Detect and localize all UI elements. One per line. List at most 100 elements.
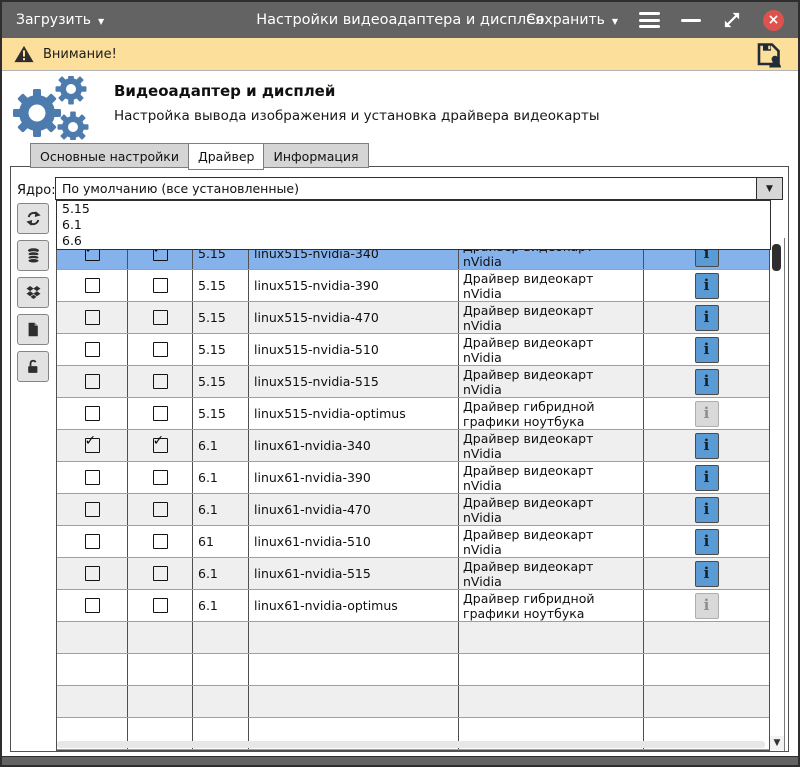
extra-cell [128, 494, 193, 525]
tab-general[interactable]: Основные настройки [30, 143, 188, 168]
info-button-disabled: i [695, 593, 719, 619]
close-button[interactable]: × [763, 10, 784, 31]
install-checkbox[interactable] [85, 278, 100, 293]
install-checkbox[interactable] [85, 534, 100, 549]
database-button[interactable] [17, 240, 49, 271]
install-checkbox[interactable] [85, 566, 100, 581]
extra-checkbox[interactable] [153, 534, 168, 549]
tab-driver[interactable]: Драйвер [188, 143, 264, 170]
info-button[interactable]: i [695, 561, 719, 587]
unlock-button[interactable] [17, 351, 49, 382]
driver-row[interactable]: 6.1linux61-nvidia-470Драйвер видеокарт n… [57, 494, 769, 526]
extra-checkbox[interactable] [153, 310, 168, 325]
menu-button[interactable] [639, 10, 660, 30]
driver-table: ✓✓5.15linux515-nvidia-340Драйвер видеока… [56, 238, 770, 751]
driver-name-cell: linux515-nvidia-510 [249, 334, 459, 365]
extra-checkbox[interactable] [153, 374, 168, 389]
driver-row[interactable]: 5.15linux515-nvidia-optimusДрайвер гибри… [57, 398, 769, 430]
driver-description-cell: Драйвер видеокарт nVidia [459, 430, 644, 461]
driver-row[interactable]: 6.1linux61-nvidia-optimusДрайвер гибридн… [57, 590, 769, 622]
info-button[interactable]: i [695, 465, 719, 491]
refresh-button[interactable] [17, 203, 49, 234]
page-title: Видеоадаптер и дисплей [114, 82, 335, 100]
scrollbar-down-button[interactable]: ▼ [770, 736, 784, 750]
extra-checkbox[interactable] [153, 278, 168, 293]
kernel-version: 6.1 [198, 598, 218, 613]
info-button[interactable]: i [695, 369, 719, 395]
extra-checkbox[interactable] [153, 342, 168, 357]
save-config-button[interactable] [755, 41, 782, 72]
install-cell [57, 590, 128, 621]
scrollbar-thumb[interactable] [772, 244, 781, 271]
app-window: Загрузить ▼ Настройки видеоадаптера и ди… [0, 0, 800, 767]
driver-row[interactable]: 5.15linux515-nvidia-510Драйвер видеокарт… [57, 334, 769, 366]
action-cell: i [644, 302, 769, 333]
empty-cell [249, 686, 459, 717]
warning-text: Внимание! [43, 47, 117, 62]
install-checkbox[interactable] [85, 598, 100, 613]
extra-checkbox-checked[interactable]: ✓ [153, 438, 168, 453]
install-checkbox[interactable] [85, 374, 100, 389]
empty-cell [644, 686, 769, 717]
load-menu-button[interactable]: Загрузить ▼ [16, 12, 104, 28]
info-button[interactable]: i [695, 529, 719, 555]
driver-row[interactable]: 5.15linux515-nvidia-515Драйвер видеокарт… [57, 366, 769, 398]
install-checkbox[interactable] [85, 310, 100, 325]
info-button[interactable]: i [695, 433, 719, 459]
driver-row[interactable]: 6.1linux61-nvidia-390Драйвер видеокарт n… [57, 462, 769, 494]
driver-name: linux61-nvidia-340 [254, 438, 371, 453]
expand-icon [722, 10, 742, 30]
install-checkbox[interactable] [85, 406, 100, 421]
kernel-option[interactable]: 5.15 [57, 201, 770, 217]
extra-checkbox[interactable] [153, 470, 168, 485]
extra-checkbox[interactable] [153, 502, 168, 517]
kernel-version: 5.15 [198, 278, 226, 293]
info-button[interactable]: i [695, 305, 719, 331]
driver-row[interactable]: 5.15linux515-nvidia-470Драйвер видеокарт… [57, 302, 769, 334]
driver-description: Драйвер видеокарт nVidia [463, 527, 613, 557]
empty-cell [193, 622, 249, 653]
extra-checkbox[interactable] [153, 598, 168, 613]
horizontal-scrollbar[interactable] [57, 741, 765, 748]
tab-info[interactable]: Информация [264, 143, 368, 168]
info-button[interactable]: i [695, 273, 719, 299]
driver-description: Драйвер гибридной графики ноутбука [463, 399, 613, 429]
info-button[interactable]: i [695, 337, 719, 363]
kernel-combobox-arrow[interactable]: ▼ [756, 178, 782, 199]
close-icon: × [768, 13, 780, 27]
driver-name-cell: linux515-nvidia-515 [249, 366, 459, 397]
kernel-version: 5.15 [198, 310, 226, 325]
vertical-scrollbar[interactable]: ▼ [770, 238, 785, 751]
driver-description: Драйвер видеокарт nVidia [463, 367, 613, 397]
install-checkbox[interactable] [85, 342, 100, 357]
driver-row[interactable]: 6.1linux61-nvidia-515Драйвер видеокарт n… [57, 558, 769, 590]
kernel-version-cell: 5.15 [193, 366, 249, 397]
driver-row[interactable]: ✓✓6.1linux61-nvidia-340Драйвер видеокарт… [57, 430, 769, 462]
driver-description: Драйвер гибридной графики ноутбука [463, 591, 613, 621]
driver-row[interactable]: 5.15linux515-nvidia-390Драйвер видеокарт… [57, 270, 769, 302]
packages-icon [25, 284, 42, 301]
save-menu-button[interactable]: Сохранить ▼ [526, 12, 618, 28]
expand-button[interactable] [722, 10, 742, 30]
kernel-combobox[interactable]: По умолчанию (все установленные) ▼ [55, 177, 783, 200]
titlebar: Загрузить ▼ Настройки видеоадаптера и ди… [2, 2, 798, 38]
install-checkbox[interactable] [85, 502, 100, 517]
kernel-version-cell: 6.1 [193, 462, 249, 493]
install-checkbox-checked[interactable]: ✓ [85, 438, 100, 453]
driver-description-cell: Драйвер видеокарт nVidia [459, 366, 644, 397]
packages-button[interactable] [17, 277, 49, 308]
info-button[interactable]: i [695, 497, 719, 523]
empty-cell [57, 622, 128, 653]
chevron-down-icon: ▼ [766, 184, 773, 194]
driver-description-cell: Драйвер видеокарт nVidia [459, 334, 644, 365]
kernel-option[interactable]: 6.6 [57, 233, 770, 249]
kernel-option[interactable]: 6.1 [57, 217, 770, 233]
kernel-version-cell: 6.1 [193, 494, 249, 525]
file-button[interactable] [17, 314, 49, 345]
minimize-button[interactable] [681, 19, 701, 22]
extra-checkbox[interactable] [153, 566, 168, 581]
save-user-icon [755, 41, 782, 68]
install-checkbox[interactable] [85, 470, 100, 485]
extra-checkbox[interactable] [153, 406, 168, 421]
driver-row[interactable]: 61linux61-nvidia-510Драйвер видеокарт nV… [57, 526, 769, 558]
